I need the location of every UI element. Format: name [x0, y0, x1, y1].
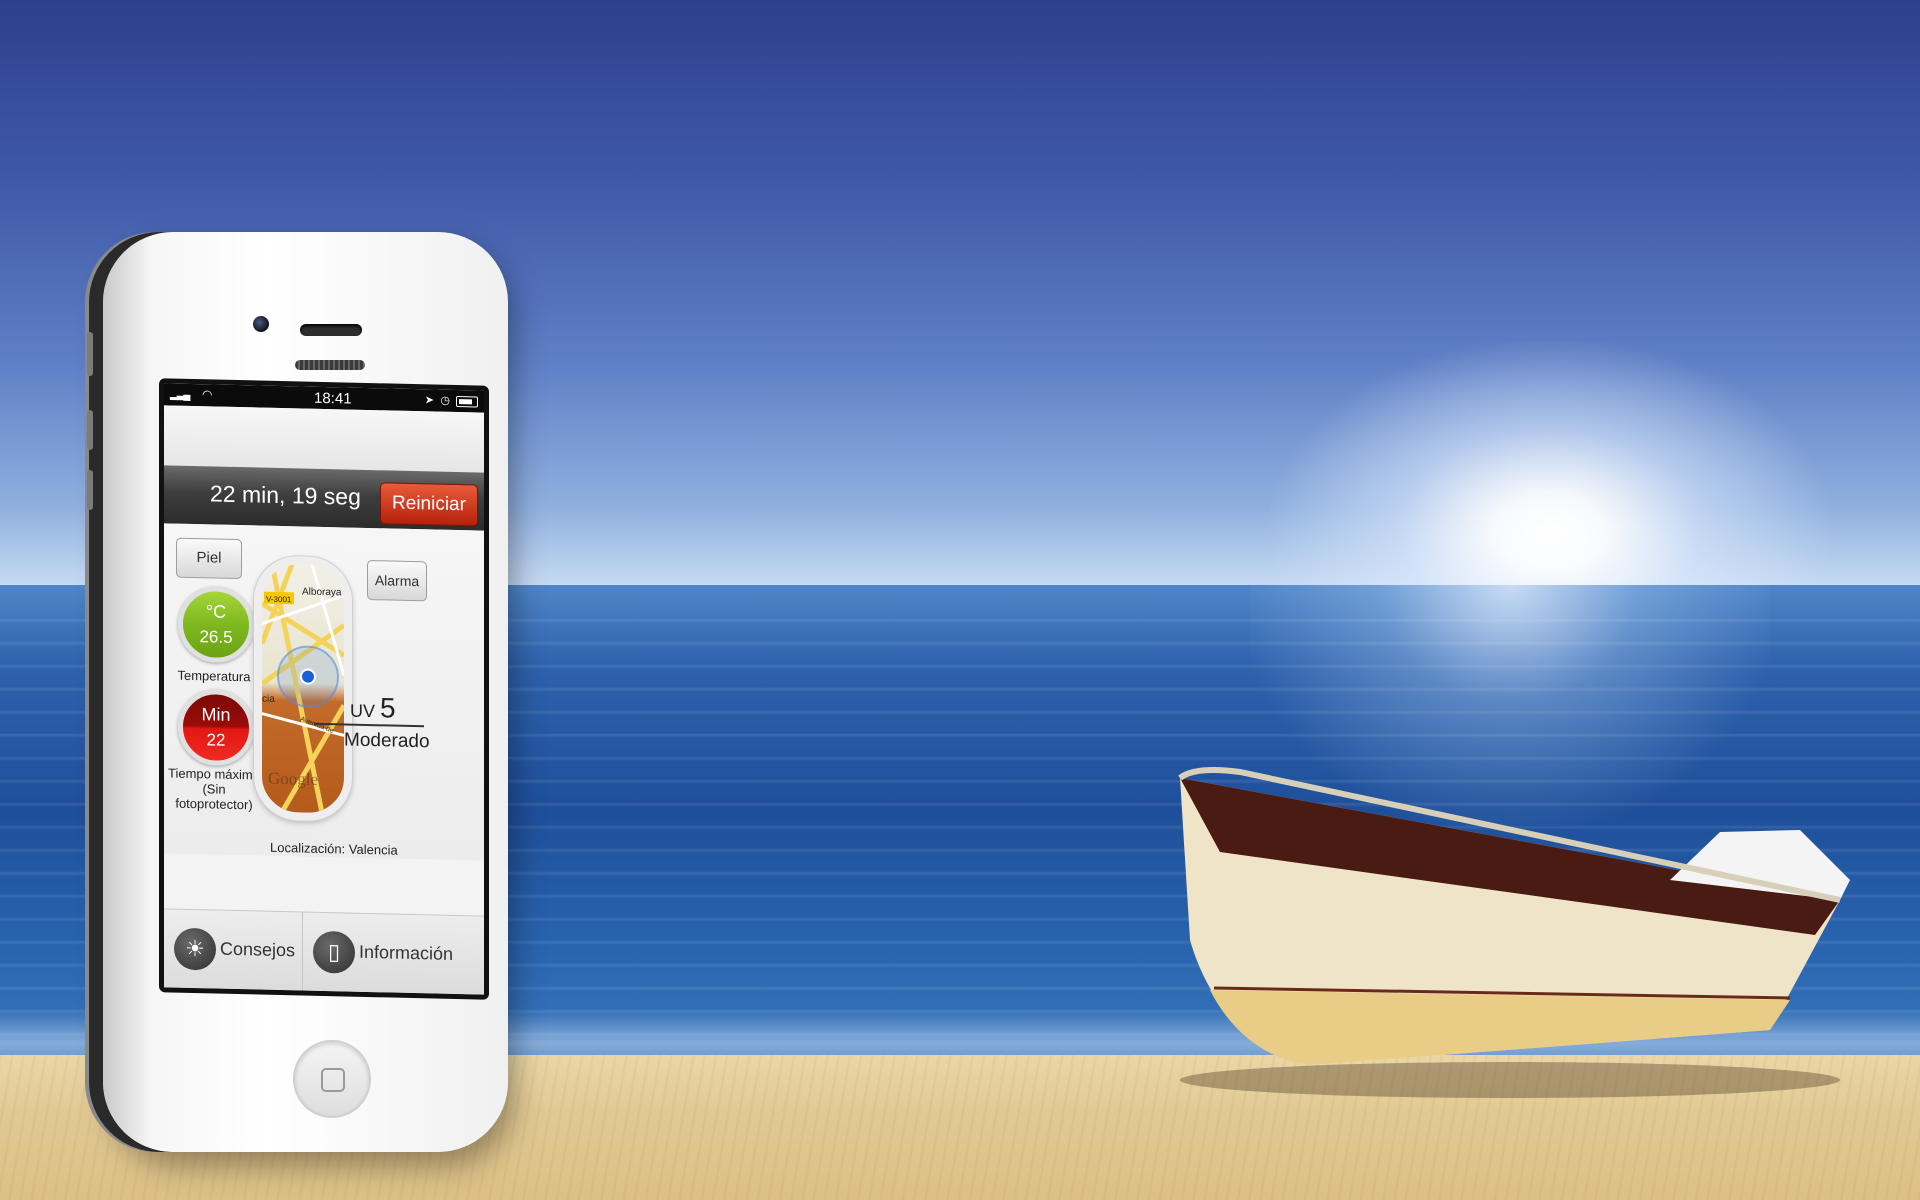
sun-icon: ☀	[174, 927, 216, 971]
map-road-label: V-3001	[266, 595, 292, 605]
location-value: Valencia	[348, 841, 398, 858]
temperature-label: Temperatura	[177, 667, 251, 685]
uv-value: 5	[380, 692, 396, 724]
map-graphic: V-3001 Alboraya Avenida de cia Google	[259, 563, 347, 814]
phone-icon: ▯	[313, 930, 355, 974]
tab-consejos[interactable]: ☀ Consejos	[164, 909, 303, 991]
app-screen: ▂▃▄ ◠ 18:41 ➤ ◷ 22 min, 19 seg Reiniciar…	[164, 383, 484, 995]
speaker-grille	[295, 360, 365, 370]
max-time-label: Tiempo máximo (Sin fotoprotector)	[164, 765, 264, 812]
tab-bar: ☀ Consejos ▯ Información	[164, 908, 484, 995]
reset-button[interactable]: Reiniciar	[380, 482, 478, 527]
tab-informacion[interactable]: ▯ Información	[303, 913, 484, 995]
max-time-label-line1: Tiempo máximo	[168, 765, 260, 783]
signal-icon: ▂▃▄	[170, 389, 190, 401]
temperature-indicator: °C 26.5	[178, 585, 254, 664]
home-button[interactable]	[293, 1040, 371, 1118]
skin-button[interactable]: Piel	[176, 537, 242, 580]
uv-level: Moderado	[344, 729, 430, 753]
battery-icon	[456, 395, 478, 408]
alarm-clock-icon: ◷	[440, 394, 450, 407]
uv-index: UV 5	[350, 692, 396, 725]
map-watermark: Google	[268, 769, 318, 789]
max-time-unit: Min	[201, 704, 231, 725]
max-time-indicator: Min 22	[178, 688, 254, 767]
volume-down-button	[87, 470, 93, 510]
home-square-icon	[321, 1068, 345, 1092]
phone-mockup: ▂▃▄ ◠ 18:41 ➤ ◷ 22 min, 19 seg Reiniciar…	[87, 232, 508, 1152]
front-camera	[253, 316, 269, 332]
map-city-label: cia	[262, 694, 275, 705]
max-time-label-line2: (Sin fotoprotector)	[175, 781, 253, 813]
location-map[interactable]: V-3001 Alboraya Avenida de cia Google	[254, 555, 352, 822]
boat-image	[1178, 767, 1850, 1098]
temperature-unit: °C	[205, 601, 227, 622]
map-place-label: Alboraya	[302, 587, 342, 599]
nav-area	[164, 405, 484, 473]
volume-up-button	[87, 410, 93, 450]
location-label: Localización:	[270, 839, 346, 857]
status-time: 18:41	[314, 389, 352, 408]
main-content: Piel Alarma °C 26.5 Temperatura Min 22 T…	[164, 523, 484, 861]
phone-screen: ▂▃▄ ◠ 18:41 ➤ ◷ 22 min, 19 seg Reiniciar…	[159, 378, 489, 1000]
mute-switch	[87, 332, 93, 376]
max-time-value: 22	[206, 730, 226, 750]
location-arrow-icon: ➤	[424, 394, 434, 407]
tab-informacion-label: Información	[359, 941, 454, 964]
location-row: Localización: Valencia	[270, 840, 398, 858]
timer-bar: 22 min, 19 seg Reiniciar	[164, 465, 484, 531]
alarm-button[interactable]: Alarma	[367, 559, 427, 602]
tab-consejos-label: Consejos	[220, 938, 296, 961]
uv-prefix: UV	[350, 700, 376, 722]
wifi-icon: ◠	[202, 387, 213, 402]
temperature-value: 26.5	[199, 627, 233, 647]
earpiece	[300, 324, 362, 336]
timer-text: 22 min, 19 seg	[210, 480, 361, 510]
